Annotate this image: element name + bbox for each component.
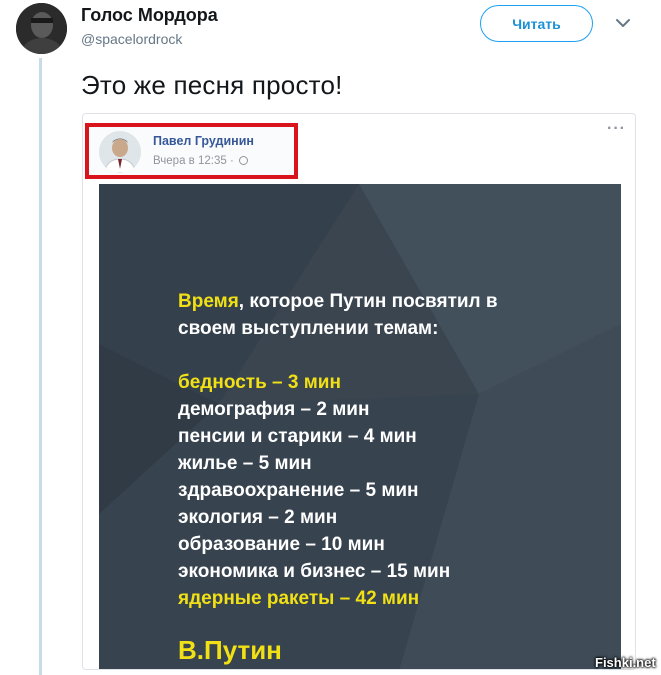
- facebook-post-header: Павел Грудинин Вчера в 12:35 ·: [85, 123, 298, 179]
- card-heading-line-1: Время, которое Путин посвятил в: [178, 288, 498, 315]
- facebook-timestamp-text[interactable]: Вчера в 12:35 ·: [153, 155, 234, 167]
- author-handle[interactable]: @spacelordrock: [81, 31, 182, 47]
- card-heading: Время, которое Путин посвятил в своем вы…: [178, 288, 498, 342]
- topic-line: бедность – 3 мин: [178, 372, 341, 393]
- topic-line: экология – 2 мин: [178, 507, 338, 528]
- topic-line: ядерные ракеты – 42 мин: [178, 588, 420, 609]
- facebook-timestamp: Вчера в 12:35 ·: [153, 155, 248, 167]
- watermark: Fishki.net: [595, 655, 656, 670]
- card-heading-line-2: своем выступлении темам:: [178, 318, 439, 339]
- topic-line: образование – 10 мин: [178, 534, 385, 555]
- tweet-media[interactable]: Павел Грудинин Вчера в 12:35 · ··· Время…: [82, 113, 636, 670]
- avatar[interactable]: [16, 3, 67, 54]
- chevron-down-icon[interactable]: [612, 12, 634, 34]
- facebook-more-button[interactable]: ···: [607, 120, 626, 138]
- post-image: Время, которое Путин посвятил в своем вы…: [99, 184, 621, 669]
- author-name[interactable]: Голос Мордора: [81, 5, 218, 26]
- globe-icon: [238, 156, 248, 165]
- facebook-avatar[interactable]: [99, 131, 141, 173]
- topic-line: экономика и бизнес – 15 мин: [178, 561, 451, 582]
- topic-line: жилье – 5 мин: [178, 453, 312, 474]
- facebook-author-name[interactable]: Павел Грудинин: [153, 134, 254, 148]
- card-heading-rest-1: , которое Путин посвятил в: [238, 291, 498, 312]
- topic-list: бедность – 3 мин демография – 2 мин пенсии…: [178, 369, 498, 612]
- card-signature: В.Путин: [178, 635, 282, 665]
- card-text: Время, которое Путин посвятил в своем вы…: [178, 288, 498, 612]
- topic-line: демография – 2 мин: [178, 399, 370, 420]
- topic-line: здравоохранение – 5 мин: [178, 480, 419, 501]
- card-heading-highlight: Время: [178, 291, 239, 312]
- tweet-text: Это же песня просто!: [81, 70, 343, 100]
- thread-line: [39, 58, 42, 675]
- tweet: Голос Мордора @spacelordrock Читать Это …: [0, 0, 661, 675]
- topic-line: пенсии и старики – 4 мин: [178, 426, 417, 447]
- follow-button[interactable]: Читать: [480, 5, 593, 42]
